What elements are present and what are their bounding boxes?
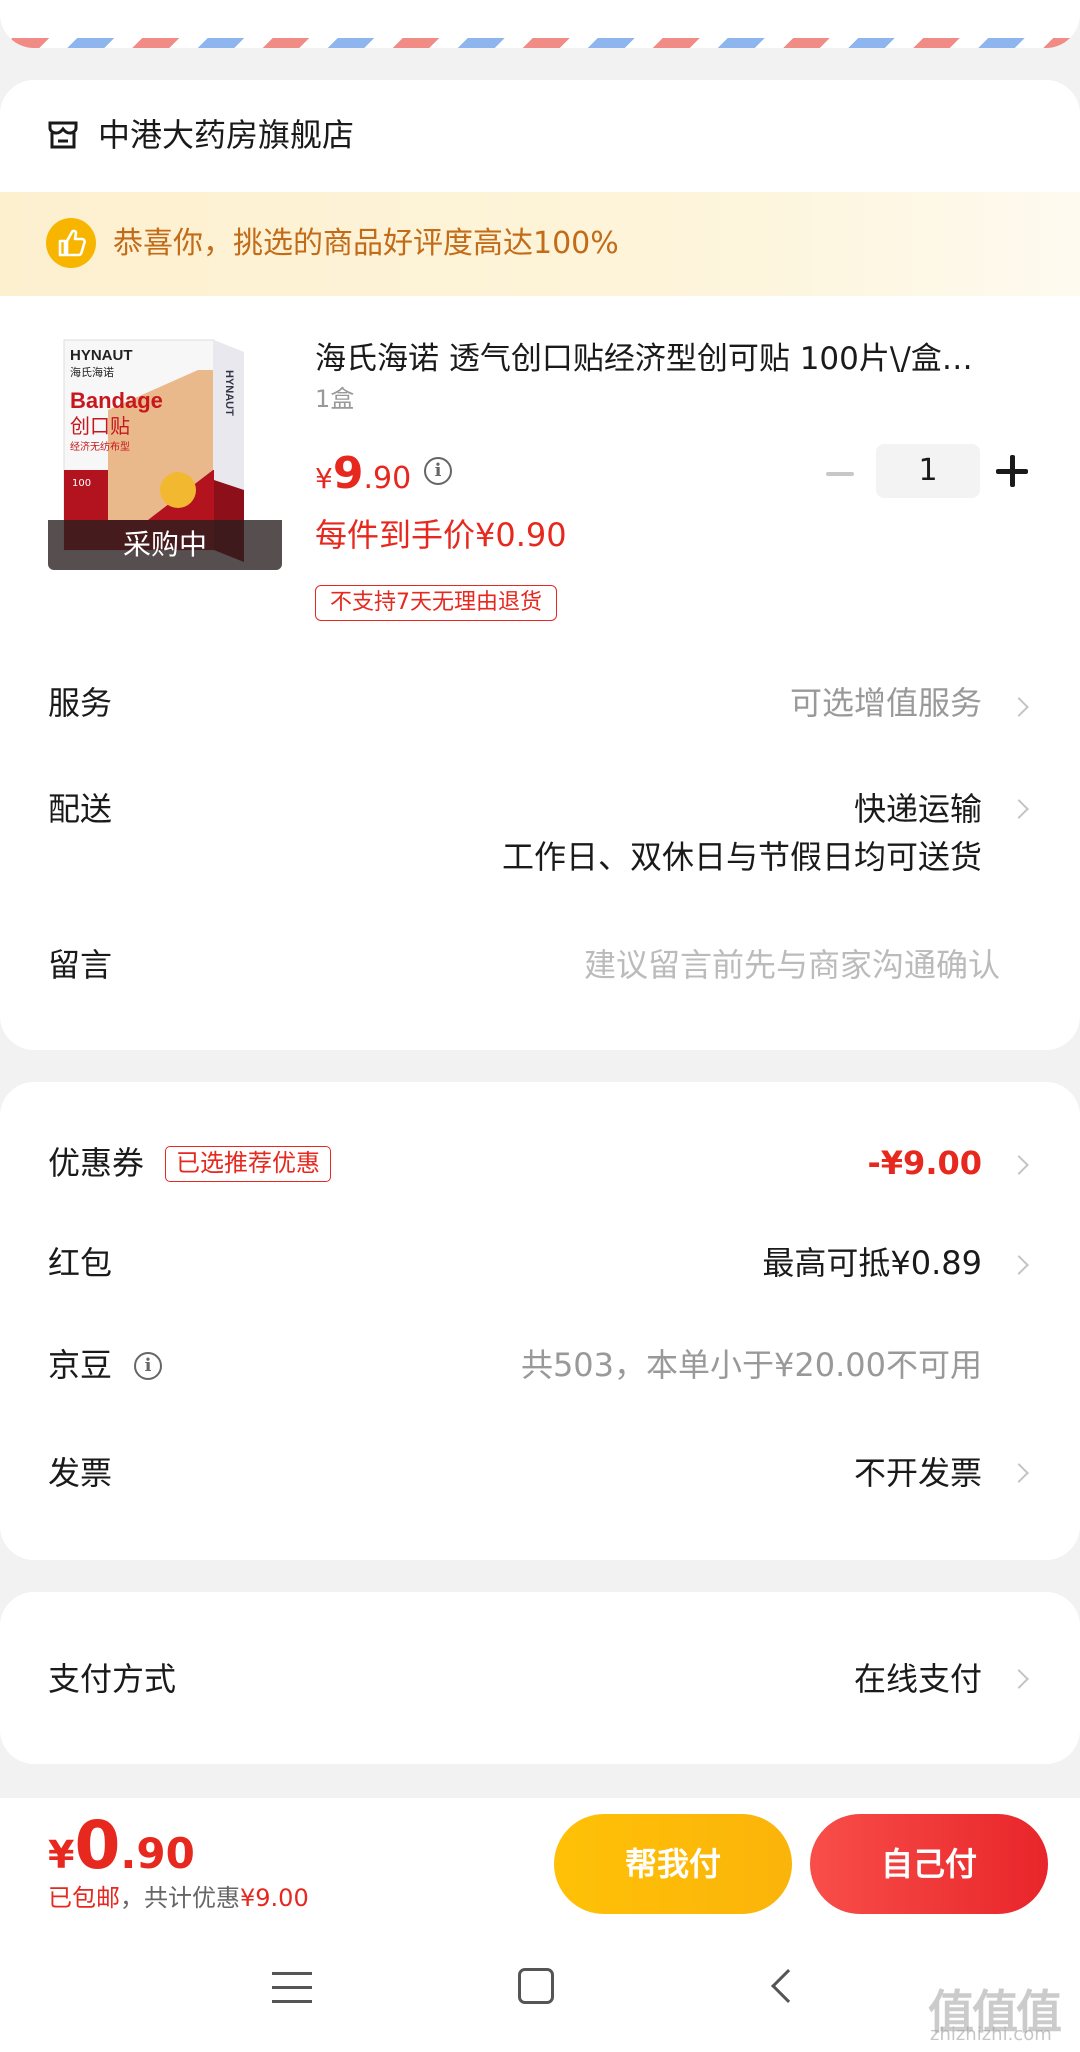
coupon-selected-tag: 已选推荐优惠 bbox=[165, 1146, 331, 1182]
image-sub: 经济无纺布型 bbox=[70, 440, 130, 453]
praise-text: 恭喜你，挑选的商品好评度高达100% bbox=[113, 226, 619, 261]
pay-myself-button[interactable]: 自己付 bbox=[810, 1814, 1048, 1914]
service-value[interactable]: 可选增值服务 bbox=[790, 680, 982, 726]
delivery-value[interactable]: 快递运输 bbox=[854, 786, 982, 832]
price-currency: ¥ bbox=[315, 462, 333, 495]
total-summary: 已包邮，共计优惠¥9.00 bbox=[48, 1880, 309, 1916]
shop-name[interactable]: 中港大药房旗舰店 bbox=[98, 112, 354, 158]
no-return-tag: 不支持7天无理由退货 bbox=[315, 585, 557, 621]
delivery-note: 工作日、双休日与节假日均可送货 bbox=[501, 838, 982, 876]
price-info-icon[interactable]: i bbox=[424, 457, 452, 485]
coupon-value[interactable]: -¥9.00 bbox=[868, 1140, 983, 1186]
total-integer: 0 bbox=[74, 1807, 121, 1884]
jingdou-info-icon[interactable]: i bbox=[134, 1352, 162, 1380]
quantity-input[interactable]: 1 bbox=[876, 444, 980, 498]
image-brand-cn: 海氏海诺 bbox=[70, 365, 114, 379]
invoice-label: 发票 bbox=[48, 1454, 113, 1492]
image-brand: HYNAUT bbox=[70, 347, 133, 364]
per-item-price: 每件到手价¥0.90 bbox=[315, 516, 567, 554]
coupon-label: 优惠券 bbox=[48, 1144, 145, 1182]
image-side-brand: HYNAUT bbox=[223, 370, 235, 416]
payment-value[interactable]: 在线支付 bbox=[854, 1656, 982, 1702]
thumbs-up-icon bbox=[46, 218, 96, 268]
discount-amount: ¥9.00 bbox=[240, 1884, 309, 1912]
quantity-increase-button[interactable] bbox=[996, 454, 1032, 490]
product-spec: 1盒 bbox=[315, 385, 355, 413]
price-decimal: .90 bbox=[363, 461, 412, 496]
envelope-stripe bbox=[0, 38, 1080, 48]
image-name-cn: 创口贴 bbox=[70, 414, 130, 438]
price-integer: 9 bbox=[332, 448, 364, 499]
unit-price: ¥9.90 bbox=[315, 446, 411, 511]
shipping-text: 已包邮 bbox=[48, 1884, 120, 1912]
total-decimal: .90 bbox=[120, 1829, 195, 1878]
message-input[interactable]: 建议留言前先与商家沟通确认 bbox=[584, 942, 1000, 988]
shop-icon bbox=[48, 121, 78, 149]
product-title[interactable]: 海氏海诺 透气创口贴经济型创可贴 100片\/盒… bbox=[315, 336, 1035, 382]
jingdou-label: 京豆 bbox=[48, 1346, 113, 1384]
redpacket-label: 红包 bbox=[48, 1244, 113, 1282]
watermark-url: zhizhizhi.com bbox=[930, 2024, 1052, 2045]
purchasing-badge: 采购中 bbox=[48, 520, 282, 570]
image-count: 100 bbox=[72, 478, 91, 489]
redpacket-value[interactable]: 最高可抵¥0.89 bbox=[762, 1240, 982, 1286]
payment-label: 支付方式 bbox=[48, 1660, 177, 1698]
address-card-edge bbox=[0, 0, 1080, 48]
home-icon[interactable] bbox=[518, 1968, 554, 2004]
discount-prefix: ，共计优惠 bbox=[120, 1884, 240, 1912]
service-label: 服务 bbox=[48, 684, 113, 722]
delivery-label: 配送 bbox=[48, 790, 113, 828]
recent-apps-icon[interactable] bbox=[272, 1970, 312, 2004]
image-name: Bandage bbox=[70, 388, 163, 413]
message-label: 留言 bbox=[48, 946, 113, 984]
total-currency: ¥ bbox=[48, 1833, 75, 1877]
jingdou-value: 共503，本单小于¥20.00不可用 bbox=[520, 1346, 982, 1384]
invoice-value[interactable]: 不开发票 bbox=[854, 1450, 982, 1496]
quantity-decrease-button[interactable] bbox=[822, 454, 862, 494]
help-me-pay-button[interactable]: 帮我付 bbox=[554, 1814, 792, 1914]
